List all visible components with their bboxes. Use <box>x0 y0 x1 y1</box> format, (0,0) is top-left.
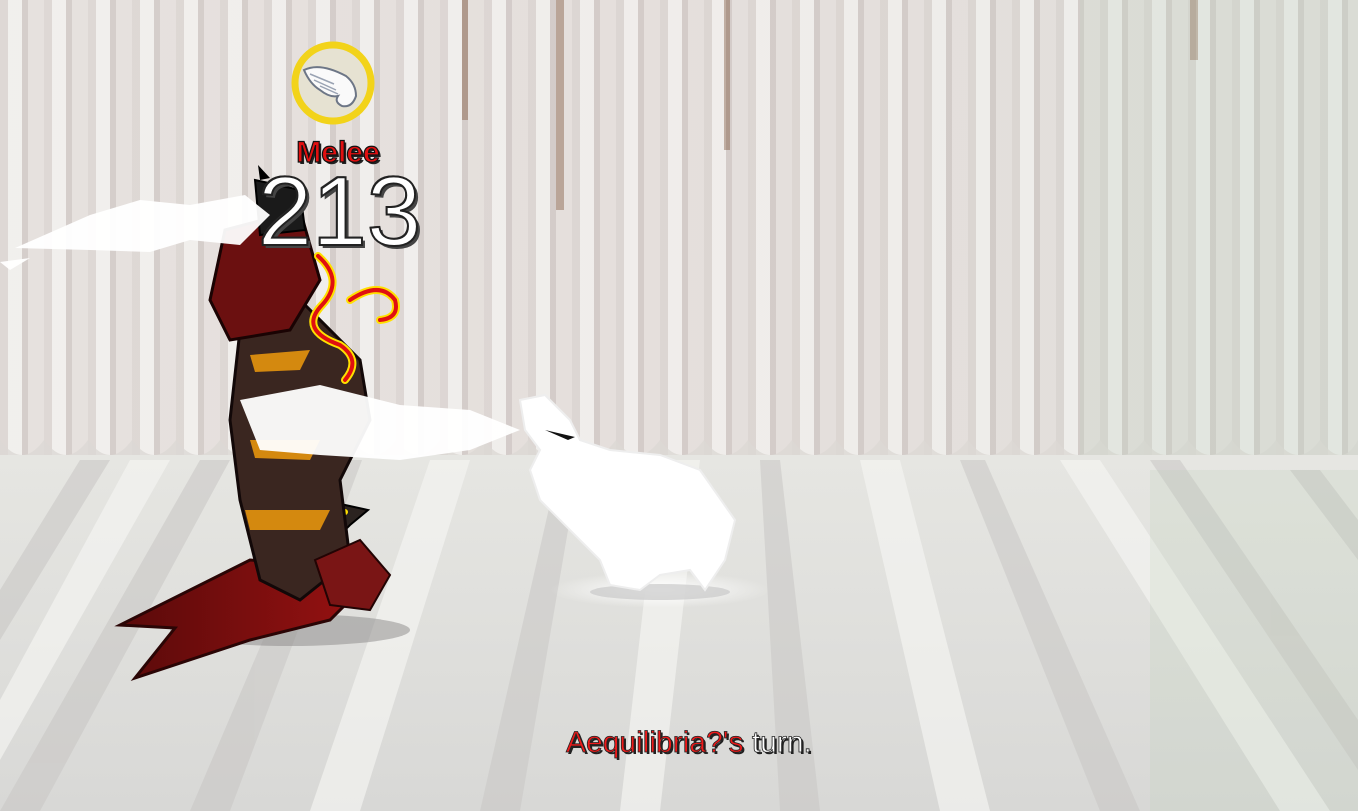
turn-suffix: turn. <box>743 726 812 760</box>
turn-player-name: Aequilibria?'s <box>566 726 744 760</box>
battle-scene <box>0 0 1358 811</box>
damage-number: 213 <box>257 156 423 266</box>
turn-indicator: Aequilibria?'s turn. <box>566 726 813 760</box>
melee-attack-icon <box>290 40 376 126</box>
